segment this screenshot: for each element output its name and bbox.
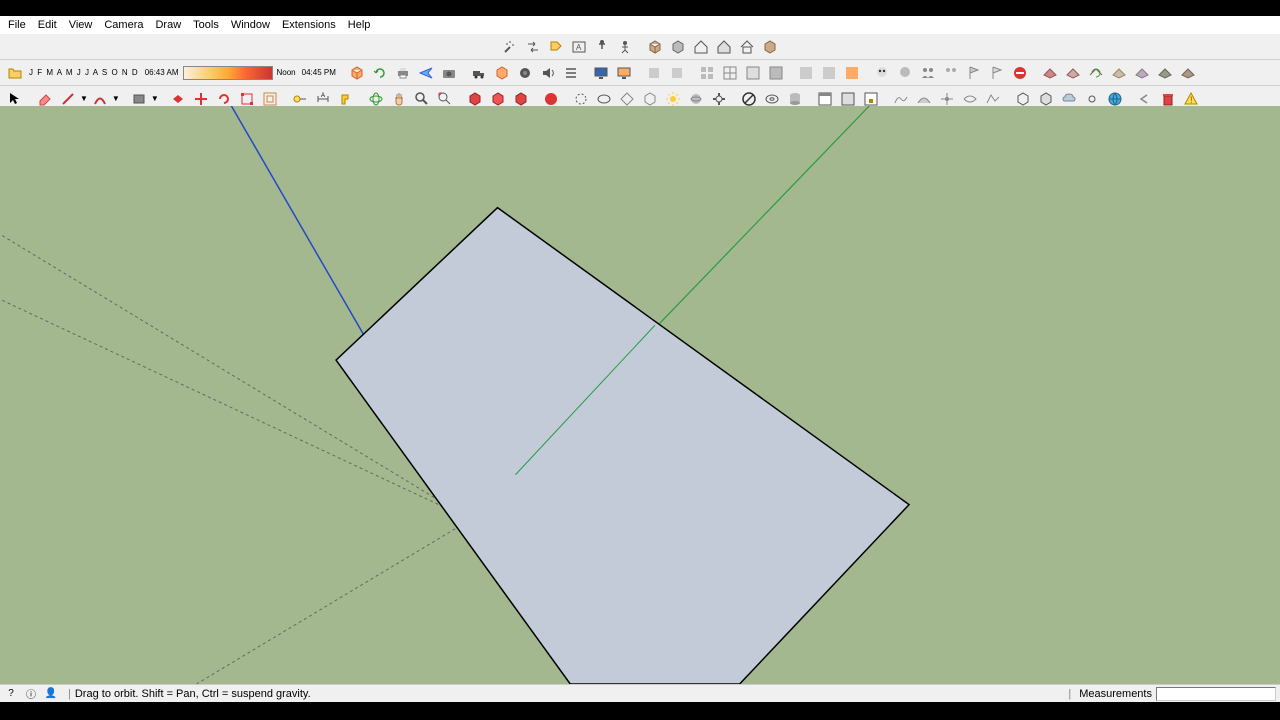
toolbar-row-2: J F M A M J J A S O N D 06:43 AM Noon 04… bbox=[0, 60, 1280, 86]
tool-truck[interactable] bbox=[468, 62, 490, 84]
svg-text:!: ! bbox=[1190, 95, 1193, 105]
tool-print[interactable] bbox=[392, 62, 414, 84]
tool-plane-6[interactable] bbox=[1177, 62, 1199, 84]
status-bar: ? ⓘ 👤 | Drag to orbit. Shift = Pan, Ctrl… bbox=[0, 684, 1280, 702]
tool-plane-2[interactable] bbox=[1062, 62, 1084, 84]
tool-send[interactable] bbox=[415, 62, 437, 84]
tool-house-3[interactable] bbox=[736, 36, 758, 58]
tool-box-orange[interactable] bbox=[491, 62, 513, 84]
tool-cube-orange[interactable] bbox=[346, 62, 368, 84]
status-separator: | bbox=[68, 688, 71, 700]
menu-camera[interactable]: Camera bbox=[98, 17, 149, 33]
tool-plane-4[interactable] bbox=[1131, 62, 1153, 84]
menu-draw[interactable]: Draw bbox=[149, 17, 187, 33]
tool-text-box[interactable]: A bbox=[568, 36, 590, 58]
tool-monitor[interactable] bbox=[590, 62, 612, 84]
letterbox-bottom bbox=[0, 702, 1280, 720]
tool-panel-a[interactable] bbox=[795, 62, 817, 84]
tool-figure[interactable] bbox=[614, 36, 636, 58]
tool-people-2[interactable] bbox=[940, 62, 962, 84]
menu-extensions[interactable]: Extensions bbox=[276, 17, 342, 33]
tool-box-1[interactable] bbox=[644, 36, 666, 58]
menu-window[interactable]: Window bbox=[225, 17, 276, 33]
tool-camera[interactable] bbox=[438, 62, 460, 84]
tool-box-2[interactable] bbox=[667, 36, 689, 58]
tool-grid-a[interactable] bbox=[696, 62, 718, 84]
main-menubar: File Edit View Camera Draw Tools Window … bbox=[0, 16, 1280, 34]
shadow-time-start: 06:43 AM bbox=[143, 68, 181, 77]
tool-grid-c[interactable] bbox=[742, 62, 764, 84]
tool-tag[interactable] bbox=[545, 36, 567, 58]
line-dropdown-icon[interactable]: ▼ bbox=[80, 94, 88, 103]
tool-gear-dark[interactable] bbox=[514, 62, 536, 84]
menu-help[interactable]: Help bbox=[342, 17, 377, 33]
tool-sound[interactable] bbox=[537, 62, 559, 84]
tool-gray-2[interactable] bbox=[666, 62, 688, 84]
tool-swap[interactable] bbox=[522, 36, 544, 58]
tool-skull-gray[interactable] bbox=[894, 62, 916, 84]
tool-grid-d[interactable] bbox=[765, 62, 787, 84]
tool-panel-b[interactable] bbox=[818, 62, 840, 84]
toolbar-row-1: A bbox=[0, 34, 1280, 60]
tool-plane-5[interactable] bbox=[1154, 62, 1176, 84]
shadow-time-bar[interactable] bbox=[183, 66, 273, 80]
tool-flag[interactable] bbox=[963, 62, 985, 84]
tool-pin[interactable] bbox=[591, 36, 613, 58]
menu-edit[interactable]: Edit bbox=[32, 17, 63, 33]
arc-dropdown-icon[interactable]: ▼ bbox=[112, 94, 120, 103]
viewport-3d[interactable] bbox=[0, 106, 1280, 684]
measurements-input[interactable] bbox=[1156, 687, 1276, 701]
tool-grid-b[interactable] bbox=[719, 62, 741, 84]
rect-dropdown-icon[interactable]: ▼ bbox=[151, 94, 159, 103]
tool-plane-3[interactable] bbox=[1108, 62, 1130, 84]
tool-house-2[interactable] bbox=[713, 36, 735, 58]
menu-tools[interactable]: Tools bbox=[187, 17, 225, 33]
menu-file[interactable]: File bbox=[2, 17, 32, 33]
tool-nosign[interactable] bbox=[1009, 62, 1031, 84]
menu-view[interactable]: View bbox=[63, 17, 99, 33]
shadow-months: J F M A M J J A S O N D bbox=[27, 68, 141, 77]
tool-box-3[interactable] bbox=[759, 36, 781, 58]
tool-house-1[interactable] bbox=[690, 36, 712, 58]
svg-text:A: A bbox=[321, 93, 325, 99]
tool-list[interactable] bbox=[560, 62, 582, 84]
tool-skull[interactable] bbox=[871, 62, 893, 84]
tool-monitor-orange[interactable] bbox=[613, 62, 635, 84]
tool-gray-1[interactable] bbox=[643, 62, 665, 84]
measurements-label: Measurements bbox=[1079, 688, 1152, 700]
status-person-icon[interactable]: 👤 bbox=[44, 687, 58, 701]
status-help-icon[interactable]: ? bbox=[4, 687, 18, 701]
tool-people-1[interactable] bbox=[917, 62, 939, 84]
tool-spray[interactable] bbox=[499, 36, 521, 58]
measurements-panel: | Measurements bbox=[1064, 687, 1276, 701]
status-hint: Drag to orbit. Shift = Pan, Ctrl = suspe… bbox=[75, 688, 311, 700]
tool-panel-c[interactable] bbox=[841, 62, 863, 84]
svg-text:A: A bbox=[576, 43, 582, 52]
tool-refresh[interactable] bbox=[369, 62, 391, 84]
tool-plane-1[interactable] bbox=[1039, 62, 1061, 84]
status-info-icon[interactable]: ⓘ bbox=[24, 687, 38, 701]
shadow-noon: Noon bbox=[275, 68, 298, 77]
shadow-time-end: 04:45 PM bbox=[300, 68, 338, 77]
tool-rotate-plane[interactable] bbox=[1085, 62, 1107, 84]
shadows-widget: J F M A M J J A S O N D 06:43 AM Noon 04… bbox=[27, 66, 338, 80]
letterbox-top bbox=[0, 0, 1280, 16]
tool-folder[interactable] bbox=[4, 62, 26, 84]
tool-flag-2[interactable] bbox=[986, 62, 1008, 84]
